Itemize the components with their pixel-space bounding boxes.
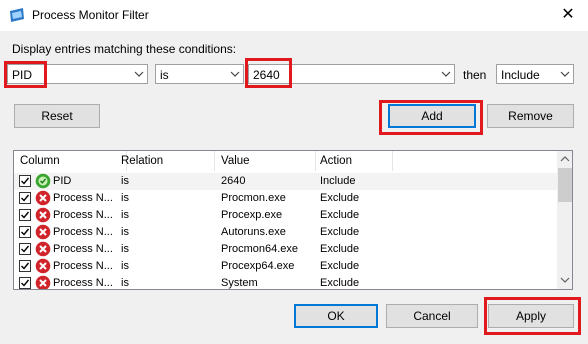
cell-relation: is: [121, 209, 129, 221]
row-checkbox[interactable]: [19, 260, 31, 272]
list-item[interactable]: Process N... is Procmon.exe Exclude: [14, 190, 557, 207]
cell-relation: is: [121, 175, 129, 187]
list-item[interactable]: Process N... is Procexp.exe Exclude: [14, 207, 557, 224]
header-separator: [315, 151, 316, 171]
exclude-icon: [35, 275, 51, 289]
cell-relation: is: [121, 243, 129, 255]
row-checkbox[interactable]: [19, 175, 31, 187]
cell-value: Procmon64.exe: [221, 243, 299, 255]
row-checkbox[interactable]: [19, 209, 31, 221]
scroll-down-icon[interactable]: [560, 275, 570, 285]
action-combo-value: Include: [501, 68, 540, 82]
list-item[interactable]: Process N... is System Exclude: [14, 275, 557, 289]
row-checkbox[interactable]: [19, 226, 31, 238]
exclude-icon: [35, 190, 51, 206]
header-separator: [392, 151, 393, 171]
chevron-down-icon: [560, 71, 570, 77]
cell-column: Process N...: [53, 209, 113, 221]
scroll-up-icon[interactable]: [560, 154, 570, 164]
exclude-icon: [35, 224, 51, 240]
column-header-value[interactable]: Value: [221, 151, 250, 171]
cell-column: Process N...: [53, 226, 113, 238]
action-combo[interactable]: Include: [496, 64, 574, 84]
row-checkbox[interactable]: [19, 277, 31, 289]
vertical-scrollbar[interactable]: [557, 151, 572, 289]
row-checkbox[interactable]: [19, 192, 31, 204]
reset-button[interactable]: Reset: [14, 104, 100, 128]
cell-column: Process N...: [53, 260, 113, 272]
conditions-label: Display entries matching these condition…: [12, 42, 237, 56]
relation-combo[interactable]: is: [155, 64, 244, 84]
chevron-down-icon: [230, 71, 240, 77]
cell-value: Procexp64.exe: [221, 260, 295, 272]
column-header-column[interactable]: Column: [20, 151, 60, 171]
column-header-relation[interactable]: Relation: [121, 151, 163, 171]
apply-highlight: [484, 297, 581, 335]
title-bar: Process Monitor Filter ✕: [0, 0, 588, 31]
cell-value: 2640: [221, 175, 246, 187]
list-item[interactable]: Process N... is Autoruns.exe Exclude: [14, 224, 557, 241]
cell-action: Exclude: [320, 243, 360, 255]
cell-relation: is: [121, 277, 129, 289]
cell-action: Exclude: [320, 192, 360, 204]
cell-action: Include: [320, 175, 356, 187]
exclude-icon: [35, 241, 51, 257]
cell-relation: is: [121, 260, 129, 272]
cell-value: Procmon.exe: [221, 192, 286, 204]
row-checkbox[interactable]: [19, 243, 31, 255]
column-header-action[interactable]: Action: [320, 151, 352, 171]
value-highlight: [245, 58, 292, 88]
exclude-icon: [35, 207, 51, 223]
remove-button[interactable]: Remove: [487, 104, 574, 128]
list-item[interactable]: Process N... is Procexp64.exe Exclude: [14, 258, 557, 275]
chevron-down-icon: [441, 71, 451, 77]
cell-value: System: [221, 277, 258, 289]
cell-column: Process N...: [53, 243, 113, 255]
cell-value: Autoruns.exe: [221, 226, 286, 238]
cell-action: Exclude: [320, 277, 360, 289]
window-title: Process Monitor Filter: [32, 8, 149, 22]
add-highlight: [379, 100, 483, 135]
cell-action: Exclude: [320, 260, 360, 272]
scrollbar-thumb[interactable]: [558, 168, 572, 202]
list-item[interactable]: PID is 2640 Include: [14, 173, 557, 190]
process-monitor-icon: [10, 8, 24, 22]
cell-relation: is: [121, 192, 129, 204]
cell-relation: is: [121, 226, 129, 238]
cell-value: Procexp.exe: [221, 209, 283, 221]
header-separator: [214, 151, 215, 171]
exclude-icon: [35, 258, 51, 274]
list-item[interactable]: Process N... is Procmon64.exe Exclude: [14, 241, 557, 258]
pid-highlight: [4, 61, 47, 88]
cancel-button[interactable]: Cancel: [386, 304, 478, 328]
close-icon[interactable]: ✕: [556, 4, 580, 26]
cell-column: PID: [53, 175, 72, 187]
include-icon: [35, 173, 51, 189]
ok-button[interactable]: OK: [294, 304, 378, 328]
filter-list[interactable]: Column Relation Value Action PID is 2640 In…: [13, 150, 573, 290]
then-label: then: [463, 68, 487, 82]
cell-column: Process N...: [53, 192, 113, 204]
cell-action: Exclude: [320, 226, 360, 238]
cell-column: Process N...: [53, 277, 113, 289]
relation-combo-value: is: [160, 68, 169, 82]
chevron-down-icon: [134, 71, 144, 77]
cell-action: Exclude: [320, 209, 360, 221]
